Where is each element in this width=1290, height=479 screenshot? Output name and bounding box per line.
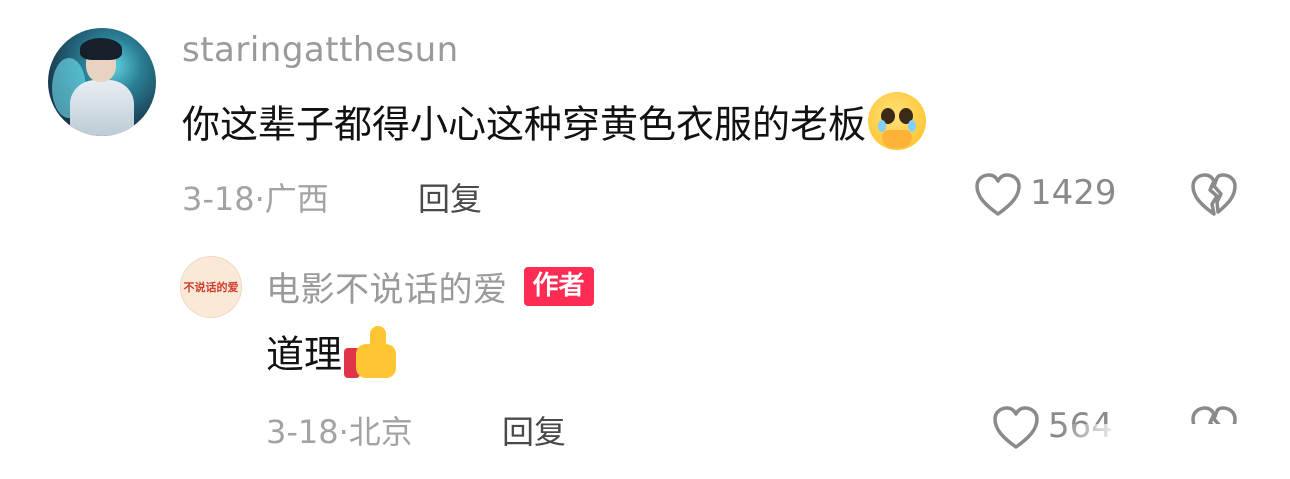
reply-like-button[interactable] (992, 405, 1040, 455)
comment-meta: 3-18·广西 (182, 180, 329, 218)
reply-reply-button[interactable]: 回复 (502, 407, 566, 453)
dislike-button[interactable] (1190, 172, 1238, 222)
heart-outline-icon (975, 173, 1021, 216)
reply-date: 3-18 (266, 413, 339, 451)
reply-button[interactable]: 回复 (418, 174, 482, 220)
broken-heart-icon (1191, 173, 1237, 216)
reply-location: 北京 (348, 413, 413, 451)
like-button[interactable] (974, 172, 1022, 222)
heart-outline-icon (993, 406, 1039, 449)
comment-location: 广西 (264, 180, 329, 218)
commenter-username[interactable]: staringatthesun (182, 30, 459, 70)
author-badge: 作者 (523, 267, 594, 306)
reply-header: 电影不说话的爱 作者 (266, 262, 594, 311)
comment-date: 3-18 (182, 180, 255, 218)
author-username[interactable]: 电影不说话的爱 (266, 262, 508, 311)
comment-body: 你这辈子都得小心这种穿黄色衣服的老板 (182, 92, 927, 150)
reply-text: 道理 (266, 332, 343, 377)
reply-body: 道理 (266, 322, 400, 380)
pleading-face-emoji (868, 92, 927, 150)
author-avatar-logo-text: 不说话的爱 (183, 281, 239, 294)
thumbs-up-emoji (342, 322, 400, 380)
like-count: 1429 (1030, 173, 1117, 213)
author-avatar[interactable]: 不说话的爱 (180, 256, 242, 318)
watermark-fade-overlay (1060, 424, 1290, 479)
commenter-avatar[interactable] (48, 28, 156, 136)
comment-text: 你这辈子都得小心这种穿黄色衣服的老板 (182, 102, 867, 147)
reply-meta: 3-18·北京 (266, 413, 413, 451)
